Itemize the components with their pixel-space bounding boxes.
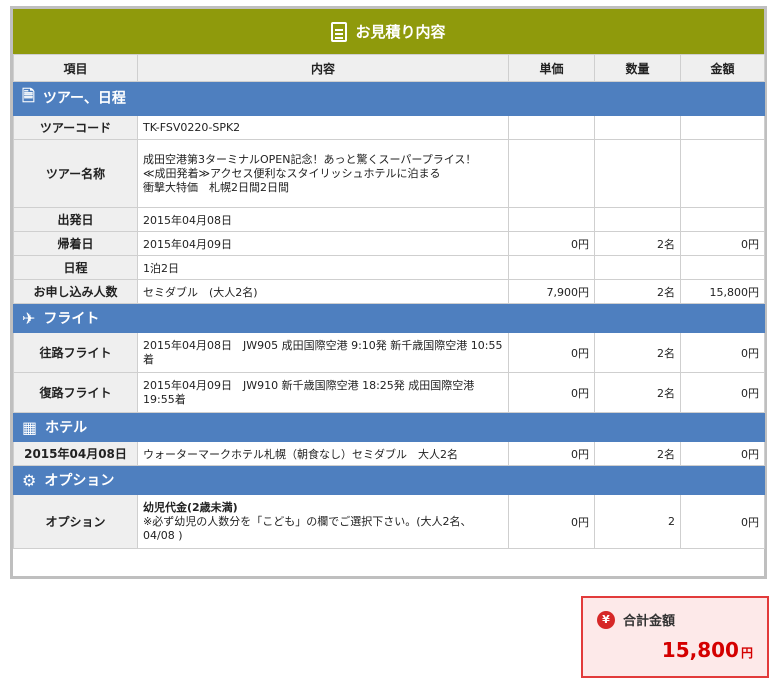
estimate-title-bar: お見積り内容 [13, 9, 764, 54]
table-row: ツアー名称 成田空港第3ターミナルOPEN記念！あっと驚くスーパープライス！ ≪… [13, 139, 765, 208]
option-note: ※必ず幼児の人数分を「こども」の欄でご選択下さい。(大人2名、04/08 ) [143, 514, 472, 542]
section-flight: ✈ フライト [13, 303, 765, 333]
header-content: 内容 [137, 54, 509, 82]
document-icon: 🗎 [22, 86, 35, 105]
table-row: 帰着日 2015年04月09日 0円 2名 0円 [13, 231, 765, 256]
table-row: 往路フライト 2015年04月08日 JW905 成田国際空港 9:10発 新千… [13, 332, 765, 373]
hotel-icon: ▦ [22, 418, 38, 438]
header-item: 項目 [13, 54, 138, 82]
estimate-title: お見積り内容 [355, 23, 446, 41]
header-quantity: 数量 [594, 54, 681, 82]
total-amount: 15,800 [661, 638, 739, 662]
table-header-row: 項目 内容 単価 数量 金額 [13, 54, 765, 82]
document-icon [331, 21, 348, 42]
total-label: 合計金額 [623, 614, 676, 629]
section-option: ⚙ オプション [13, 465, 765, 495]
section-hotel: ▦ ホテル [13, 412, 765, 442]
table-row: 出発日 2015年04月08日 [13, 207, 765, 232]
table-row: オプション 幼児代金(2歳未満) ※必ず幼児の人数分を「こども」の欄でご選択下さ… [13, 494, 765, 549]
section-tour: 🗎 ツアー、日程 [13, 81, 765, 116]
table-row: 2015年04月08日 ウォーターマークホテル札幌（朝食なし）セミダブル 大人2… [13, 441, 765, 466]
table-row: お申し込み人数 セミダブル (大人2名) 7,900円 2名 15,800円 [13, 279, 765, 304]
estimate-panel: お見積り内容 項目 内容 単価 数量 金額 🗎 ツアー、日程 ツアーコード TK-… [10, 6, 767, 579]
option-title: 幼児代金(2歳未満) [143, 500, 238, 514]
total-amount-box: ¥ 合計金額 15,800 円 [581, 596, 769, 678]
estimate-table: 項目 内容 単価 数量 金額 🗎 ツアー、日程 ツアーコード TK-FSV0220… [13, 54, 765, 549]
airplane-icon: ✈ [22, 309, 36, 329]
header-amount: 金額 [680, 54, 765, 82]
table-row: 日程 1泊2日 [13, 255, 765, 280]
table-row: 復路フライト 2015年04月09日 JW910 新千歳国際空港 18:25発 … [13, 372, 765, 413]
table-row: ツアーコード TK-FSV0220-SPK2 [13, 115, 765, 140]
gear-icon: ⚙ [22, 471, 37, 491]
total-unit: 円 [740, 646, 753, 660]
header-unit-price: 単価 [508, 54, 595, 82]
yen-icon: ¥ [597, 610, 615, 629]
